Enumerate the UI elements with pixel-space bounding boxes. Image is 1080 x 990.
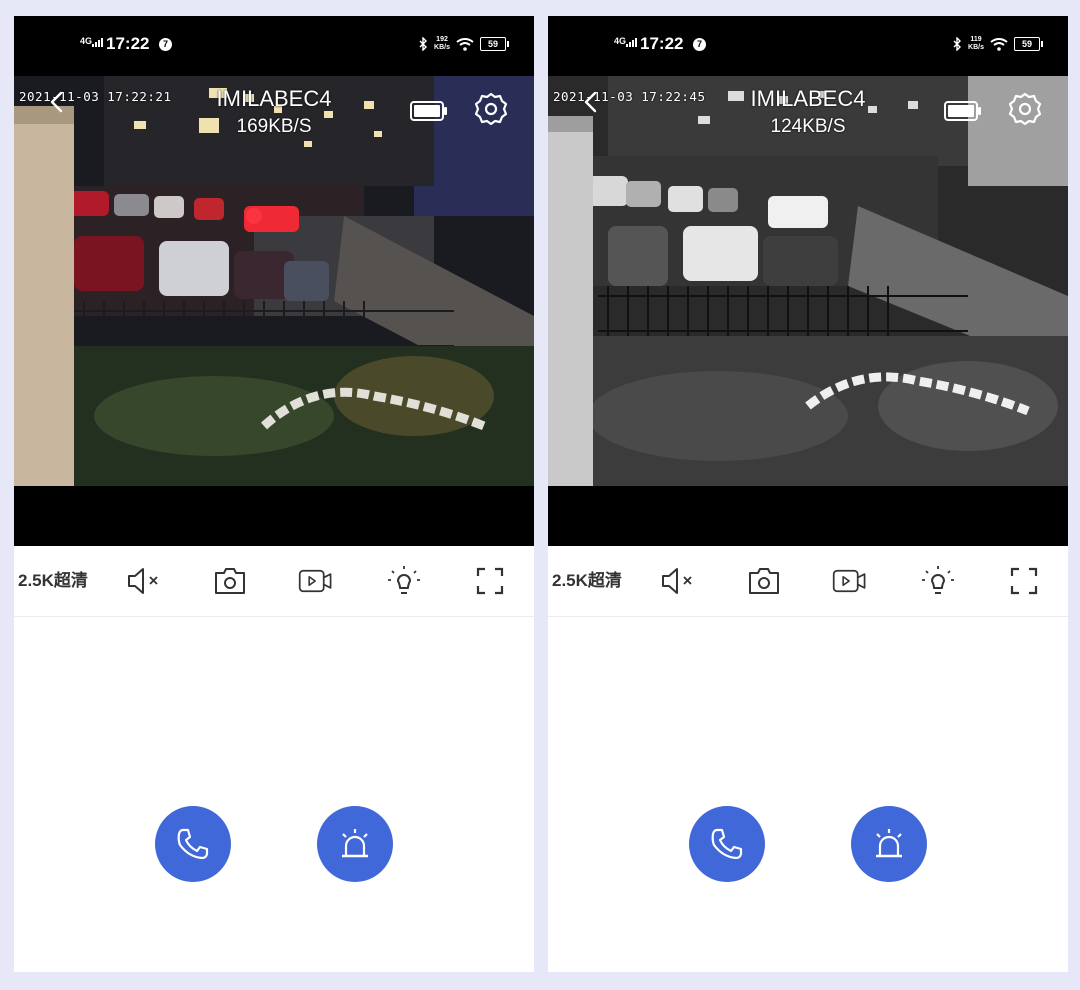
call-button[interactable]: [155, 806, 231, 882]
camera-bitrate: 169KB/S: [236, 116, 312, 137]
phone-screen-right: 4G 17:22 7 119 KB/s 59 2021-11-03 17:22:…: [548, 16, 1068, 972]
alarm-button[interactable]: [317, 806, 393, 882]
light-button[interactable]: [920, 564, 956, 598]
phone-screen-left: 4G 17:22 7 192 KB/s 59 2021-11-03 17:22:…: [14, 16, 534, 972]
notification-badge: 7: [693, 38, 706, 51]
status-time: 17:22: [106, 34, 150, 53]
camera-battery-icon: [944, 101, 981, 121]
camera-live-view[interactable]: 2021-11-03 17:22:21 IMILABEC4 169KB/S: [14, 76, 534, 546]
camera-name: IMILABEC4: [216, 86, 332, 111]
alarm-button[interactable]: [851, 806, 927, 882]
network-type: 4G: [614, 36, 627, 46]
mute-button[interactable]: [126, 564, 162, 598]
camera-live-view[interactable]: 2021-11-03 17:22:45 IMILABEC4 124KB/S: [548, 76, 1068, 546]
record-button[interactable]: [298, 564, 334, 598]
snapshot-icon: [749, 568, 779, 594]
quality-selector[interactable]: 2.5K超清: [18, 546, 88, 616]
fullscreen-icon: [1010, 567, 1038, 595]
wifi-icon: [990, 37, 1008, 51]
camera-battery-icon: [410, 101, 447, 121]
network-speed: 192 KB/s: [434, 36, 450, 51]
light-button[interactable]: [386, 564, 422, 598]
phone-icon: [711, 828, 743, 860]
mute-icon: [128, 568, 158, 594]
network-type: 4G: [80, 36, 93, 46]
quality-selector[interactable]: 2.5K超清: [552, 546, 622, 616]
bluetooth-icon: [953, 37, 962, 51]
video-timestamp: 2021-11-03 17:22:21: [19, 89, 172, 104]
status-bar: 4G 17:22 7 192 KB/s 59: [14, 16, 534, 76]
alarm-icon: [342, 829, 368, 858]
mute-icon: [662, 568, 692, 594]
night-color-scene: [14, 76, 534, 546]
record-icon: [298, 569, 332, 593]
battery-icon: 59: [480, 37, 509, 51]
status-time: 17:22: [640, 34, 684, 53]
signal-icon: 4G: [80, 36, 106, 47]
fullscreen-button[interactable]: [472, 564, 508, 598]
phone-icon: [177, 828, 209, 860]
control-toolbar: 2.5K超清: [14, 546, 534, 617]
fullscreen-icon: [476, 567, 504, 595]
back-icon[interactable]: [578, 84, 602, 120]
night-infrared-scene: [548, 76, 1068, 546]
record-icon: [832, 569, 866, 593]
mute-button[interactable]: [660, 564, 696, 598]
bluetooth-icon: [419, 37, 428, 51]
status-bar: 4G 17:22 7 119 KB/s 59: [548, 16, 1068, 76]
settings-icon[interactable]: [474, 92, 508, 126]
snapshot-icon: [215, 568, 245, 594]
settings-icon[interactable]: [1008, 92, 1042, 126]
video-timestamp: 2021-11-03 17:22:45: [553, 89, 706, 104]
network-speed: 119 KB/s: [968, 36, 984, 51]
camera-name: IMILABEC4: [750, 86, 866, 111]
signal-icon: 4G: [614, 36, 640, 47]
camera-bitrate: 124KB/S: [770, 116, 846, 137]
snapshot-button[interactable]: [746, 564, 782, 598]
alarm-icon: [876, 829, 902, 858]
fullscreen-button[interactable]: [1006, 564, 1042, 598]
notification-badge: 7: [159, 38, 172, 51]
light-icon: [388, 566, 420, 594]
record-button[interactable]: [832, 564, 868, 598]
light-icon: [922, 566, 954, 594]
call-button[interactable]: [689, 806, 765, 882]
snapshot-button[interactable]: [212, 564, 248, 598]
back-icon[interactable]: [44, 84, 68, 120]
wifi-icon: [456, 37, 474, 51]
control-toolbar: 2.5K超清: [548, 546, 1068, 617]
battery-icon: 59: [1014, 37, 1043, 51]
